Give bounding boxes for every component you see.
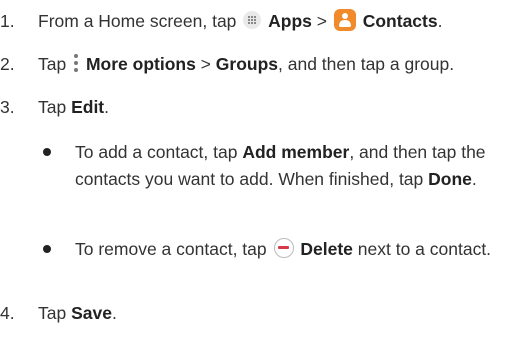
edit-label: Edit <box>71 97 105 117</box>
step-text: Tap Save. <box>38 303 117 323</box>
step-number: 3. <box>0 97 15 117</box>
groups-label: Groups <box>215 54 278 74</box>
bullet-add-member: To add a contact, tap Add member, and th… <box>38 139 522 219</box>
step-text: Tap More options > Groups, and then tap … <box>38 54 455 74</box>
more-options-label: More options <box>85 54 196 74</box>
bullet-dot <box>43 245 51 253</box>
more-options-icon <box>73 54 79 73</box>
step-number: 1. <box>0 11 15 31</box>
step-text: From a Home screen, tap Apps > Contacts. <box>38 9 443 32</box>
bullet-text: To add a contact, tap Add member, and th… <box>75 142 486 189</box>
bullet-text: To remove a contact, tap Delete next to … <box>75 238 492 259</box>
bullet-delete: To remove a contact, tap Delete next to … <box>38 236 522 290</box>
bullet-dot <box>43 148 51 156</box>
step-number: 4. <box>0 303 15 323</box>
step-text: Tap Edit. <box>38 97 110 117</box>
contacts-label: Contacts <box>362 11 438 31</box>
apps-icon <box>243 11 262 30</box>
add-member-label: Add member <box>242 142 350 162</box>
apps-label: Apps <box>268 11 312 31</box>
delete-icon <box>273 238 294 259</box>
step-number: 2. <box>0 54 15 74</box>
delete-label: Delete <box>300 239 353 259</box>
save-label: Save <box>71 303 112 323</box>
done-label: Done <box>428 168 472 189</box>
contacts-icon <box>333 9 356 32</box>
